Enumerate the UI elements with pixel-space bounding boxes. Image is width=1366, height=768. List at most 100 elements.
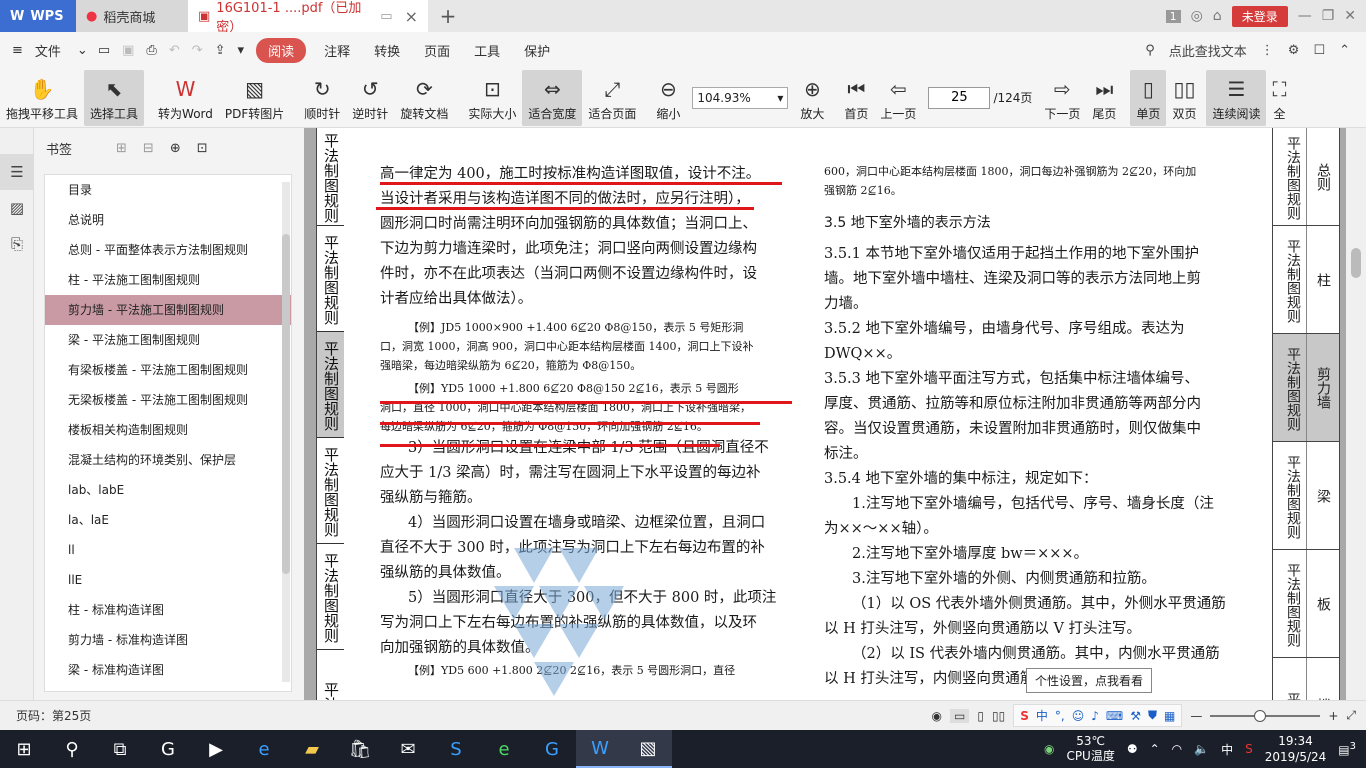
bookmark-item[interactable]: la、laE: [45, 505, 291, 535]
bookmark-item[interactable]: 无梁板楼盖 - 平法施工图制图规则: [45, 385, 291, 415]
hand-tool-button[interactable]: ✋ 拖拽平移工具: [0, 70, 84, 126]
chevron-down-icon[interactable]: ⌄: [73, 43, 92, 58]
bookmark-item[interactable]: llE: [45, 565, 291, 595]
view-mode-page-icon[interactable]: ▯: [977, 709, 984, 723]
pdf-to-image-button[interactable]: ▧ PDF转图片: [219, 70, 290, 126]
image-app-icon[interactable]: ▧: [624, 730, 672, 768]
rotate-document-button[interactable]: ⟳ 旋转文档: [394, 70, 454, 126]
edge-browser-icon[interactable]: e: [240, 730, 288, 768]
toolbox-icon[interactable]: ⚒: [1130, 709, 1141, 723]
tab-popout-icon[interactable]: ▭: [380, 9, 392, 24]
zoom-slider[interactable]: [1210, 709, 1321, 722]
login-button[interactable]: 未登录: [1231, 5, 1288, 27]
zoom-in-button[interactable]: ⊕ 放大: [794, 70, 830, 126]
menu-page[interactable]: 页面: [412, 41, 462, 60]
view-mode-single-icon[interactable]: ▭: [950, 708, 970, 723]
eye-protect-icon[interactable]: ◉: [932, 709, 942, 723]
gear-icon[interactable]: ⚙: [1288, 43, 1300, 58]
fit-width-button[interactable]: ⇔ 适合宽度: [522, 69, 583, 126]
punctuation-icon[interactable]: °,: [1055, 709, 1065, 723]
fullscreen-button[interactable]: ⛶ 全: [1266, 70, 1292, 126]
zoom-minus-icon[interactable]: —: [1190, 709, 1202, 723]
search-icon[interactable]: ⚲: [1145, 43, 1155, 58]
tray-expand-icon[interactable]: ⌃: [1150, 742, 1160, 756]
next-page-button[interactable]: ⇨ 下一页: [1038, 70, 1086, 126]
new-tab-button[interactable]: +: [428, 0, 468, 32]
skin-shirt-icon[interactable]: ⛊: [1148, 708, 1157, 723]
clock[interactable]: 19:34 2019/5/24: [1265, 733, 1327, 765]
add-bookmark-icon[interactable]: ⊕: [170, 141, 181, 156]
people-icon[interactable]: ⚉: [1127, 742, 1138, 756]
bookmark-panel-icon[interactable]: ☰: [0, 154, 34, 190]
sogou-app-icon[interactable]: S: [432, 730, 480, 768]
cpu-monitor-icon[interactable]: ◉: [1044, 742, 1054, 756]
file-explorer-icon[interactable]: ▰: [288, 730, 336, 768]
menu-annotate[interactable]: 注释: [312, 41, 362, 60]
collapse-ribbon-icon[interactable]: ⌃: [1339, 43, 1350, 58]
more-dropdown-icon[interactable]: ▾: [232, 43, 251, 58]
bookmark-item[interactable]: 梁 - 标准构造详图: [45, 655, 291, 685]
undo-icon[interactable]: ↶: [163, 43, 186, 58]
grid-icon[interactable]: ▦: [1164, 709, 1175, 723]
page-number-input[interactable]: [928, 86, 991, 109]
last-page-button[interactable]: ⏭ 尾页: [1086, 70, 1122, 126]
view-mode-double-icon[interactable]: ▯▯: [992, 709, 1005, 723]
wps-taskbar-icon[interactable]: W: [576, 730, 624, 768]
prev-page-button[interactable]: ⇦ 上一页: [874, 70, 922, 126]
print-icon[interactable]: ⎙: [140, 43, 162, 58]
emoji-icon[interactable]: ☺: [1072, 709, 1085, 723]
bookmark-item[interactable]: ll: [45, 535, 291, 565]
bookmark-item[interactable]: 混凝土结构的环境类别、保护层: [45, 445, 291, 475]
menu-tools[interactable]: 工具: [462, 41, 512, 60]
personalize-tooltip[interactable]: 个性设置，点我看看: [1026, 668, 1153, 693]
zoom-slider-knob[interactable]: [1254, 709, 1267, 722]
tray-ime[interactable]: 中: [1221, 741, 1233, 758]
bookmark-scroll-thumb[interactable]: [282, 234, 290, 574]
export-icon[interactable]: ⇪: [209, 43, 232, 58]
bookmark-item[interactable]: 有梁板楼盖 - 平法施工图制图规则: [45, 355, 291, 385]
select-tool-button[interactable]: ⬉ 选择工具: [84, 69, 145, 126]
menu-convert[interactable]: 转换: [362, 41, 412, 60]
actual-size-button[interactable]: ⊡ 实际大小: [462, 70, 522, 126]
mic-icon[interactable]: ♪: [1091, 709, 1099, 723]
open-folder-icon[interactable]: ▭: [92, 43, 116, 58]
docer-mall-tab[interactable]: ● 稻壳商城: [76, 0, 188, 32]
bookmark-item[interactable]: 目录: [45, 175, 291, 205]
minimize-icon[interactable]: —: [1298, 8, 1312, 24]
bookmark-item[interactable]: lab、labE: [45, 475, 291, 505]
redo-icon[interactable]: ↷: [186, 43, 209, 58]
document-scroll-thumb[interactable]: [1351, 248, 1361, 278]
attachment-panel-icon[interactable]: ⎘: [0, 226, 34, 262]
video-app-icon[interactable]: ▶: [192, 730, 240, 768]
rotate-ccw-button[interactable]: ↺ 逆时针: [346, 70, 394, 126]
find-text-input[interactable]: 点此查找文本: [1169, 41, 1247, 60]
bookmark-item[interactable]: 总说明: [45, 205, 291, 235]
double-page-button[interactable]: ▯▯ 双页: [1166, 70, 1202, 126]
bookmark-options-icon[interactable]: ⊡: [197, 141, 208, 156]
file-menu[interactable]: 文件: [35, 41, 73, 60]
bookmark-item[interactable]: 柱 - 平法施工图制图规则: [45, 265, 291, 295]
save-icon[interactable]: ▣: [116, 43, 140, 58]
task-view-icon[interactable]: ⧉: [96, 730, 144, 768]
zoom-select[interactable]: 104.93% ▾: [692, 86, 789, 109]
menu-protect[interactable]: 保护: [512, 41, 562, 60]
notification-icon[interactable]: ▤3: [1338, 741, 1356, 757]
to-word-button[interactable]: W 转为Word: [152, 70, 219, 126]
mail-icon[interactable]: ✉: [384, 730, 432, 768]
single-page-button[interactable]: ▯ 单页: [1130, 69, 1167, 126]
browser-360-icon[interactable]: e: [480, 730, 528, 768]
close-tab-icon[interactable]: ×: [405, 7, 418, 26]
fit-icon[interactable]: ⤢: [1346, 708, 1356, 723]
search-icon[interactable]: ⚲: [48, 730, 96, 768]
skin-icon[interactable]: ◎: [1191, 8, 1203, 24]
cpu-temperature[interactable]: 53℃ CPU温度: [1066, 734, 1114, 764]
bookmark-item[interactable]: 总则 - 平面整体表示方法制图规则: [45, 235, 291, 265]
wps-home-tab[interactable]: W WPS: [0, 0, 76, 32]
collapse-all-icon[interactable]: ⊟: [143, 141, 154, 156]
more-icon[interactable]: ⋮: [1261, 43, 1274, 58]
pdf-document-tab[interactable]: ▣ 16G101-1 ....pdf（已加密） ▭ ×: [188, 0, 428, 35]
zoom-out-button[interactable]: ⊖ 缩小: [650, 70, 686, 126]
sogou-logo-icon[interactable]: S: [1020, 709, 1029, 723]
sogou-tray-icon[interactable]: S: [1245, 742, 1253, 756]
bookmark-item[interactable]: 楼板相关构造制图规则: [45, 415, 291, 445]
